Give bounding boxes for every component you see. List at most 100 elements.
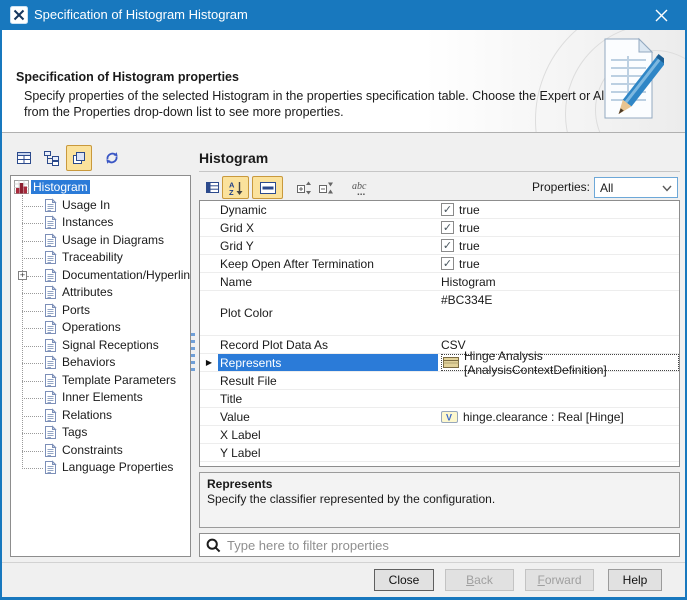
property-row-dynamic[interactable]: Dynamic✓true xyxy=(200,201,679,219)
properties-dropdown-value: All xyxy=(600,181,613,195)
property-value[interactable] xyxy=(438,372,679,389)
row-gutter xyxy=(200,426,218,443)
property-group-icon xyxy=(44,268,57,283)
property-value[interactable] xyxy=(438,390,679,407)
tree-item-behaviors[interactable]: Behaviors xyxy=(11,354,190,372)
checkbox-value-text: true xyxy=(459,203,480,217)
property-row-x-label[interactable]: X Label xyxy=(200,426,679,444)
checkbox-icon[interactable]: ✓ xyxy=(441,203,454,216)
show-description-button[interactable] xyxy=(252,176,283,199)
expander-icon[interactable]: + xyxy=(18,271,27,280)
tree-item-attributes[interactable]: Attributes xyxy=(11,284,190,302)
containment-tree: HistogramUsage InInstancesUsage in Diagr… xyxy=(10,175,191,557)
tree-item-constraints[interactable]: Constraints xyxy=(11,442,190,460)
tabular-view-icon xyxy=(16,150,32,166)
window-title: Specification of Histogram Histogram xyxy=(34,7,248,22)
property-row-title[interactable]: Title xyxy=(200,390,679,408)
property-row-name[interactable]: NameHistogram xyxy=(200,273,679,291)
row-gutter xyxy=(200,390,218,407)
property-row-keep-open-after-termination[interactable]: Keep Open After Termination✓true xyxy=(200,255,679,273)
tree-item-signal-receptions[interactable]: Signal Receptions xyxy=(11,337,190,355)
property-value[interactable]: ✓true xyxy=(438,219,679,236)
back-button: Back xyxy=(445,569,514,591)
tree-branch-line xyxy=(22,346,43,347)
tree-item-usage-in-diagrams[interactable]: Usage in Diagrams xyxy=(11,232,190,250)
property-row-result-file[interactable]: Result File xyxy=(200,372,679,390)
row-gutter xyxy=(200,219,218,236)
tree-item-tags[interactable]: Tags xyxy=(11,424,190,442)
dialog-header: Specification of Histogram properties Sp… xyxy=(2,30,685,133)
property-group-icon xyxy=(44,408,57,423)
tree-item-documentation-hyperlinks[interactable]: +Documentation/Hyperlinks xyxy=(11,267,190,285)
expand-nodes-button[interactable] xyxy=(292,176,315,199)
sort-alphabetically-button[interactable]: AZ xyxy=(222,176,249,199)
app-icon xyxy=(10,6,28,24)
property-value[interactable]: #BC334E xyxy=(438,291,679,335)
tree-branch-line xyxy=(22,416,43,417)
element-reference[interactable]: Hinge Analysis [AnalysisContextDefinitio… xyxy=(441,354,679,371)
tree-item-usage-in[interactable]: Usage In xyxy=(11,197,190,215)
property-row-y-label[interactable]: Y Label xyxy=(200,444,679,462)
tree-structure-view-button[interactable] xyxy=(38,145,64,171)
categorized-view-button[interactable] xyxy=(201,176,223,199)
tree-root-row[interactable]: Histogram xyxy=(11,179,190,197)
check-spelling-button[interactable]: abc... xyxy=(347,176,379,199)
property-group-icon xyxy=(44,373,57,388)
panel-splitter-handle[interactable] xyxy=(191,333,195,371)
property-name: Represents xyxy=(218,354,438,371)
property-value[interactable]: Hinge Analysis [AnalysisContextDefinitio… xyxy=(438,354,679,371)
checkbox-icon[interactable]: ✓ xyxy=(441,239,454,252)
property-group-icon xyxy=(44,443,57,458)
tree-item-relations[interactable]: Relations xyxy=(11,407,190,425)
stacked-view-icon xyxy=(71,150,87,166)
property-description-title: Represents xyxy=(207,477,672,491)
tree-item-traceability[interactable]: Traceability xyxy=(11,249,190,267)
property-value[interactable]: Vhinge.clearance : Real [Hinge] xyxy=(438,408,679,425)
filter-properties-input[interactable] xyxy=(199,533,680,557)
checkbox-icon[interactable]: ✓ xyxy=(441,221,454,234)
property-value[interactable]: ✓true xyxy=(438,237,679,254)
stacked-view-button[interactable] xyxy=(66,145,92,171)
property-row-grid-x[interactable]: Grid X✓true xyxy=(200,219,679,237)
property-row-plot-color[interactable]: Plot Color#BC334E xyxy=(200,291,679,336)
heading-separator xyxy=(199,171,680,172)
row-gutter xyxy=(200,291,218,335)
tree-branch-line xyxy=(22,451,43,452)
property-value-text: CSV xyxy=(441,338,466,352)
tabular-view-button[interactable] xyxy=(12,145,36,171)
property-value[interactable] xyxy=(438,444,679,461)
chevron-down-icon xyxy=(662,185,672,192)
tree-item-operations[interactable]: Operations xyxy=(11,319,190,337)
properties-dropdown[interactable]: All xyxy=(594,177,678,198)
close-button[interactable]: Close xyxy=(374,569,434,591)
property-group-icon xyxy=(44,303,57,318)
tree-item-inner-elements[interactable]: Inner Elements xyxy=(11,389,190,407)
property-value[interactable]: ✓ true xyxy=(438,201,679,218)
property-name: Keep Open After Termination xyxy=(218,255,438,272)
help-button[interactable]: Help xyxy=(608,569,662,591)
property-group-icon xyxy=(44,460,57,475)
specification-dialog: Specification of Histogram Histogram Spe… xyxy=(0,0,687,600)
property-row-represents[interactable]: ▶ RepresentsHinge Analysis [AnalysisConte… xyxy=(200,354,679,372)
tree-branch-line xyxy=(22,328,43,329)
tree-item-language-properties[interactable]: Language Properties xyxy=(11,459,190,477)
tree-item-ports[interactable]: Ports xyxy=(11,302,190,320)
property-name: Record Plot Data As xyxy=(218,336,438,353)
value-property-icon: V xyxy=(441,411,458,423)
close-icon xyxy=(655,9,668,22)
property-value[interactable]: Histogram xyxy=(438,273,679,290)
tree-item-instances[interactable]: Instances xyxy=(11,214,190,232)
property-value[interactable] xyxy=(438,426,679,443)
row-gutter xyxy=(200,255,218,272)
tree-toolbar xyxy=(10,145,190,173)
property-name: Y Label xyxy=(218,444,438,461)
property-row-value[interactable]: ValueVhinge.clearance : Real [Hinge] xyxy=(200,408,679,426)
property-row-grid-y[interactable]: Grid Y✓true xyxy=(200,237,679,255)
property-value[interactable]: ✓true xyxy=(438,255,679,272)
selected-row-marker-icon: ▶ xyxy=(206,358,212,367)
collapse-nodes-button[interactable] xyxy=(314,176,337,199)
close-button[interactable] xyxy=(641,0,681,30)
refresh-button[interactable] xyxy=(100,145,124,171)
checkbox-icon[interactable]: ✓ xyxy=(441,257,454,270)
tree-item-template-parameters[interactable]: Template Parameters xyxy=(11,372,190,390)
